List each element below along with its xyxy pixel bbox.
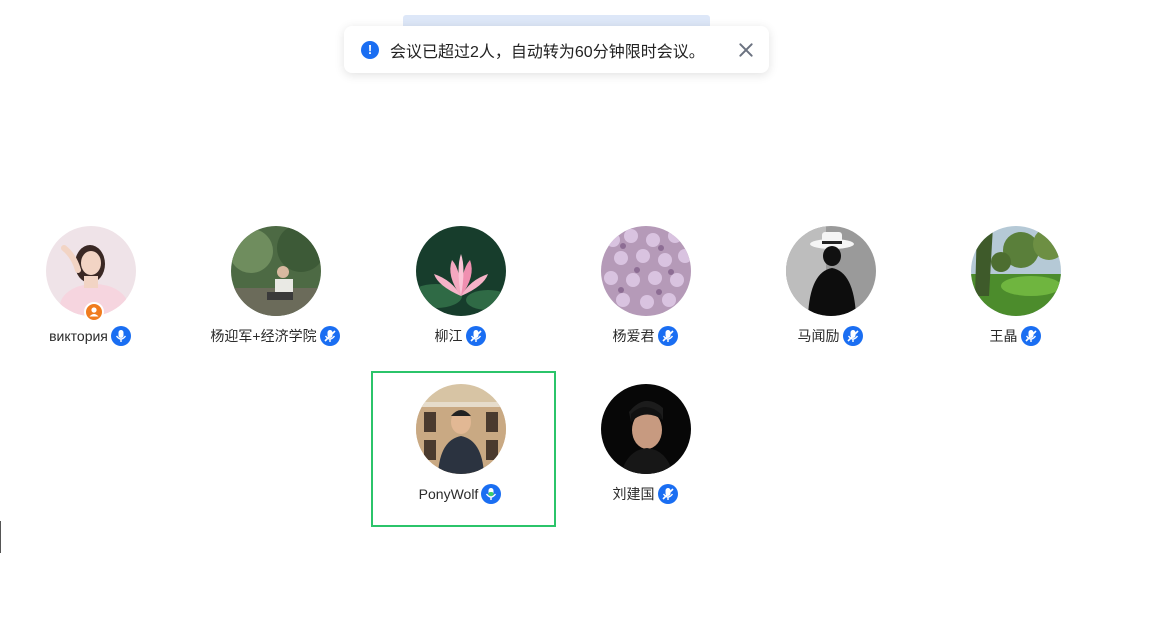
mic-muted-icon[interactable] (465, 326, 486, 346)
mic-muted-icon[interactable] (319, 326, 340, 346)
participant-name: 杨迎军+经济学院 (210, 328, 317, 344)
participant-name: 王晶 (989, 328, 1018, 344)
participant-name: PonyWolf (418, 486, 479, 502)
avatar (231, 226, 321, 316)
participant-tile[interactable]: PonyWolf (370, 384, 550, 534)
participant-tile[interactable]: 杨迎军+经济学院 (185, 226, 365, 376)
participant-tile[interactable]: виктория (0, 226, 180, 376)
avatar (601, 384, 691, 474)
info-icon: ! (361, 40, 379, 59)
mic-muted-icon[interactable] (842, 326, 863, 346)
mic-muted-icon[interactable] (657, 326, 678, 346)
mic-active-icon[interactable] (110, 326, 131, 346)
text-cursor (0, 521, 1, 553)
avatar (971, 226, 1061, 316)
participant-name: 杨爱君 (612, 328, 655, 344)
mic-muted-icon[interactable] (657, 484, 678, 504)
avatar (786, 226, 876, 316)
avatar (416, 384, 506, 474)
host-badge-icon (84, 302, 104, 322)
participant-tile[interactable]: 王晶 (925, 226, 1105, 376)
participant-tile[interactable]: 刘建国 (555, 384, 735, 534)
toast-message: 会议已超过2人，自动转为60分钟限时会议。 (390, 43, 705, 61)
mic-speaking-icon[interactable] (481, 484, 502, 504)
avatar (416, 226, 506, 316)
mic-muted-icon[interactable] (1020, 326, 1041, 346)
avatar (601, 226, 691, 316)
participant-tile[interactable]: 杨爱君 (555, 226, 735, 376)
participant-tile[interactable]: 马闻励 (740, 226, 920, 376)
participant-name: виктория (49, 328, 108, 344)
participant-tile[interactable]: 柳江 (370, 226, 550, 376)
notification-toast: ! 会议已超过2人，自动转为60分钟限时会议。 (344, 26, 769, 73)
close-icon[interactable] (737, 41, 755, 59)
participant-name: 柳江 (434, 328, 463, 344)
participant-name: 刘建国 (612, 486, 655, 502)
participant-name: 马闻励 (797, 328, 840, 344)
